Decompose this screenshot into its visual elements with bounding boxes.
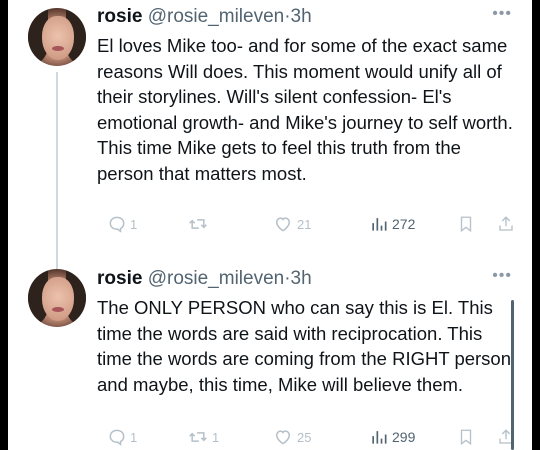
bookmark-button[interactable] bbox=[457, 214, 475, 234]
retweet-count: 1 bbox=[212, 429, 220, 445]
more-icon[interactable]: ••• bbox=[492, 267, 512, 285]
display-name[interactable]: rosie bbox=[97, 268, 142, 289]
reply-button[interactable]: 1 bbox=[107, 214, 137, 234]
share-button[interactable] bbox=[497, 214, 515, 234]
tweet-header: rosie @rosie_mileven·3h bbox=[97, 268, 312, 290]
heart-icon bbox=[275, 217, 291, 232]
tweet-actions: 1 21 272 bbox=[97, 214, 522, 238]
views-button[interactable]: 299 bbox=[369, 427, 415, 447]
like-count: 21 bbox=[297, 216, 312, 232]
bookmark-button[interactable] bbox=[457, 427, 475, 447]
timeline-card: rosie @rosie_mileven·3h ••• El loves Mik… bbox=[8, 0, 532, 450]
reply-icon bbox=[109, 429, 125, 446]
retweet-icon bbox=[189, 432, 207, 442]
view-count: 299 bbox=[392, 429, 416, 445]
heart-icon bbox=[275, 430, 291, 445]
thread-line bbox=[56, 72, 58, 272]
reply-count: 1 bbox=[130, 429, 138, 445]
tweet-text: El loves Mike too- and for some of the e… bbox=[97, 35, 513, 184]
tweet-actions: 1 1 25 299 bbox=[97, 427, 522, 450]
views-button[interactable]: 272 bbox=[369, 214, 415, 234]
retweet-button[interactable] bbox=[187, 214, 212, 234]
reply-button[interactable]: 1 bbox=[107, 427, 137, 447]
view-count: 272 bbox=[392, 216, 416, 232]
more-icon[interactable]: ••• bbox=[492, 5, 512, 23]
user-handle[interactable]: @rosie_mileven bbox=[148, 268, 285, 289]
like-count: 25 bbox=[297, 429, 312, 445]
retweet-button[interactable]: 1 bbox=[187, 427, 219, 447]
retweet-icon bbox=[189, 219, 207, 229]
scrollbar[interactable] bbox=[511, 300, 514, 450]
bar-chart-icon bbox=[372, 218, 387, 231]
timestamp[interactable]: 3h bbox=[291, 6, 312, 27]
like-button[interactable]: 25 bbox=[272, 427, 311, 447]
tweet-text: The ONLY PERSON who can say this is El. … bbox=[97, 297, 512, 395]
tweet-header: rosie @rosie_mileven·3h bbox=[97, 6, 312, 28]
like-button[interactable]: 21 bbox=[272, 214, 311, 234]
display-name[interactable]: rosie bbox=[97, 6, 142, 27]
avatar[interactable] bbox=[28, 8, 86, 66]
avatar[interactable] bbox=[28, 269, 86, 327]
reply-icon bbox=[109, 216, 125, 233]
reply-count: 1 bbox=[130, 216, 138, 232]
share-icon bbox=[499, 216, 513, 231]
bookmark-icon bbox=[460, 216, 472, 233]
bookmark-icon bbox=[460, 429, 472, 446]
tweet[interactable]: rosie @rosie_mileven·3h ••• El loves Mik… bbox=[8, 0, 532, 272]
tweet[interactable]: rosie @rosie_mileven·3h ••• The ONLY PER… bbox=[8, 255, 532, 450]
timestamp[interactable]: 3h bbox=[291, 268, 312, 289]
bar-chart-icon bbox=[372, 431, 387, 444]
user-handle[interactable]: @rosie_mileven bbox=[148, 6, 285, 27]
